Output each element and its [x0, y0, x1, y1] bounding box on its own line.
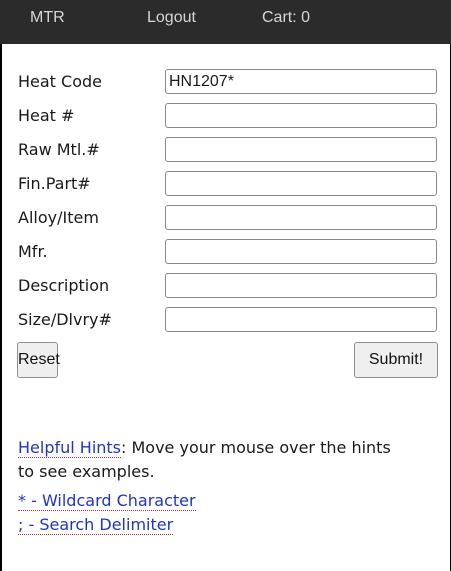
- alloy-item-input[interactable]: [165, 205, 437, 230]
- nav-link-mtr[interactable]: MTR: [30, 9, 65, 27]
- heat-code-label: Heat Code: [18, 72, 102, 91]
- description-input[interactable]: [165, 273, 437, 298]
- finished-part-label: Fin.Part#: [18, 174, 91, 193]
- top-navbar: MTR Logout Cart: 0: [0, 0, 451, 44]
- size-delivery-input[interactable]: [165, 307, 437, 332]
- manufacturer-label: Mfr.: [18, 242, 48, 261]
- size-delivery-label: Size/Dlvry#: [18, 310, 112, 329]
- heat-number-label: Heat #: [18, 106, 75, 125]
- form-row-alloy-item: Alloy/Item: [18, 205, 438, 230]
- raw-material-label: Raw Mtl.#: [18, 140, 100, 159]
- helpful-hints: Helpful Hints: Move your mouse over the …: [18, 436, 438, 484]
- nav-link-logout[interactable]: Logout: [147, 9, 196, 27]
- nav-link-cart[interactable]: Cart: 0: [262, 9, 310, 27]
- finished-part-input[interactable]: [165, 171, 437, 196]
- reset-button[interactable]: Reset: [17, 342, 60, 378]
- form-row-manufacturer: Mfr.: [18, 239, 438, 264]
- form-row-description: Description: [18, 273, 438, 298]
- heat-number-input[interactable]: [165, 103, 437, 128]
- form-row-heat-number: Heat #: [18, 103, 438, 128]
- hints-intro-line-1: Helpful Hints: Move your mouse over the …: [18, 436, 438, 460]
- form-row-heat-code: Heat Code: [18, 69, 438, 94]
- hint-wildcard[interactable]: * - Wildcard Character: [18, 492, 196, 511]
- raw-material-input[interactable]: [165, 137, 437, 162]
- heat-code-input[interactable]: [165, 69, 437, 94]
- hint-search-delimiter[interactable]: ; - Search Delimiter: [18, 516, 174, 535]
- submit-button[interactable]: Submit!: [354, 342, 438, 378]
- form-row-raw-material: Raw Mtl.#: [18, 137, 438, 162]
- hints-intro-text: : Move your mouse over the hints: [121, 438, 391, 457]
- form-row-finished-part: Fin.Part#: [18, 171, 438, 196]
- helpful-hints-title[interactable]: Helpful Hints: [18, 438, 122, 458]
- manufacturer-input[interactable]: [165, 239, 437, 264]
- hints-intro-line-2: to see examples.: [18, 462, 155, 481]
- form-row-size-delivery: Size/Dlvry#: [18, 307, 438, 332]
- description-label: Description: [18, 276, 110, 295]
- alloy-item-label: Alloy/Item: [18, 208, 99, 227]
